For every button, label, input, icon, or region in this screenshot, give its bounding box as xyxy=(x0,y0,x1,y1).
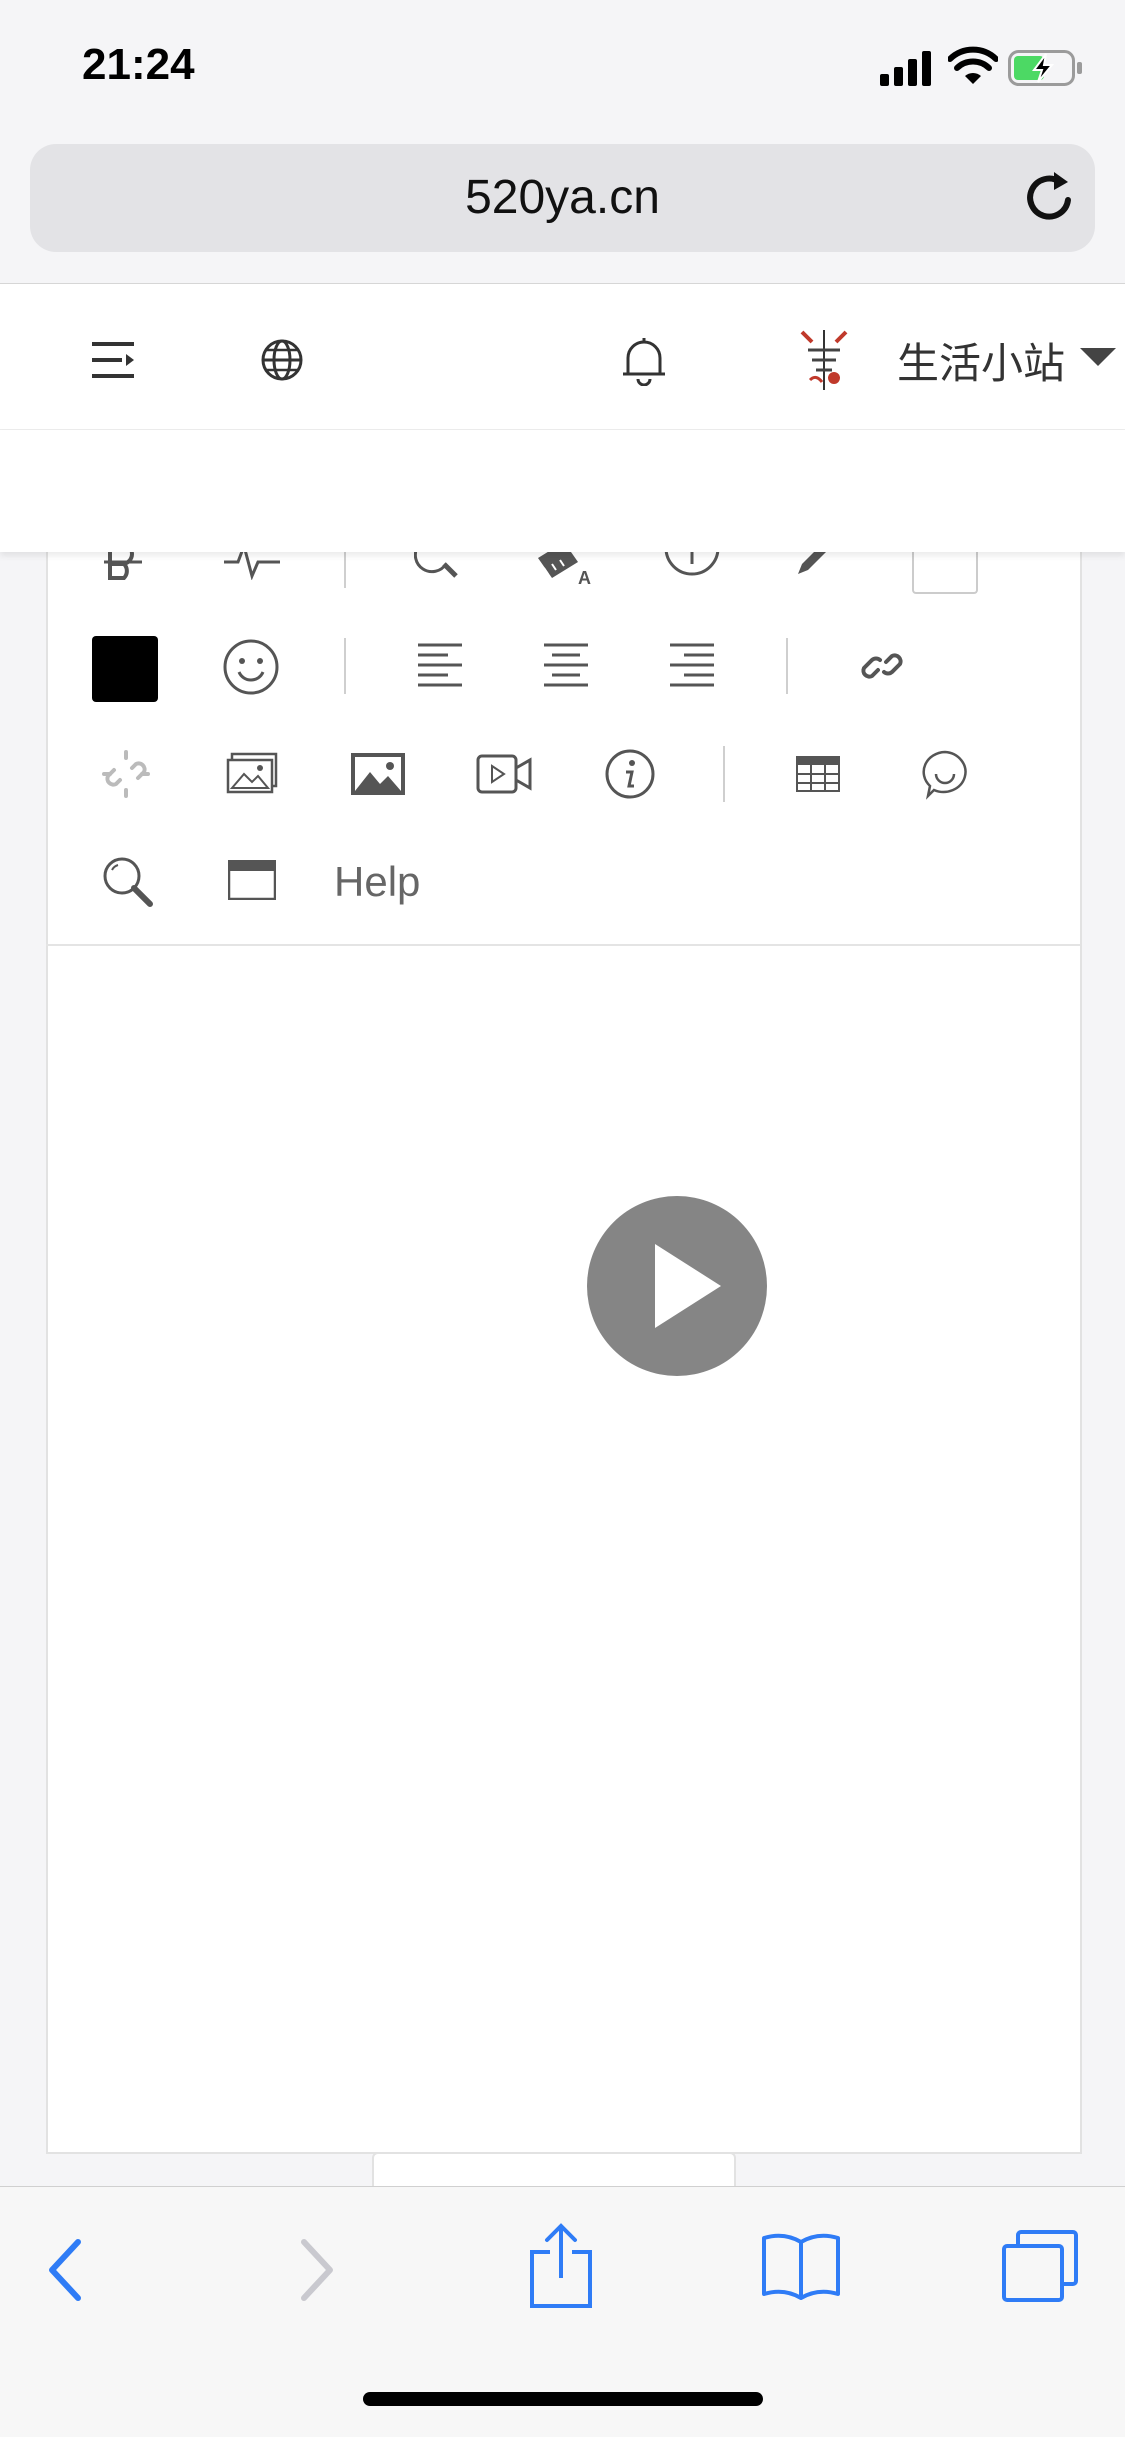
search-icon[interactable] xyxy=(102,856,154,908)
help-button[interactable]: Help xyxy=(334,858,420,906)
notification-bell-icon[interactable] xyxy=(620,334,668,391)
home-indicator xyxy=(363,2392,763,2406)
reload-icon[interactable] xyxy=(1020,168,1080,233)
dropdown-caret-icon[interactable] xyxy=(1080,348,1116,373)
link-icon[interactable] xyxy=(858,642,906,690)
toolbar-separator xyxy=(723,746,725,802)
svg-text:A: A xyxy=(578,568,591,586)
speech-bubble-icon[interactable] xyxy=(920,750,970,800)
video-icon[interactable] xyxy=(476,752,532,796)
cellular-signal-icon xyxy=(880,50,934,91)
toolbar-divider xyxy=(46,944,1080,946)
text-color-swatch[interactable] xyxy=(92,636,158,702)
editor-resize-handle[interactable] xyxy=(372,2152,736,2188)
fullscreen-icon[interactable] xyxy=(228,860,276,900)
menu-toggle-icon[interactable] xyxy=(92,340,138,385)
site-subbar xyxy=(0,430,1125,552)
align-right-icon[interactable] xyxy=(670,642,716,690)
forward-icon[interactable] xyxy=(296,2238,336,2307)
battery-charging-icon xyxy=(1008,50,1084,91)
globe-icon[interactable] xyxy=(260,338,304,387)
align-center-icon[interactable] xyxy=(544,642,590,690)
table-icon[interactable] xyxy=(796,756,840,792)
toolbar-separator xyxy=(344,638,346,694)
emoji-icon[interactable] xyxy=(222,638,280,696)
back-icon[interactable] xyxy=(46,2238,86,2307)
url-text: 520ya.cn xyxy=(465,171,660,224)
play-icon xyxy=(655,1244,721,1328)
wifi-icon xyxy=(947,46,999,91)
site-logo[interactable] xyxy=(796,326,852,399)
unlink-icon[interactable] xyxy=(102,750,150,798)
status-time: 21:24 xyxy=(82,40,195,89)
toolbar-separator xyxy=(786,638,788,694)
share-icon[interactable] xyxy=(528,2222,594,2313)
image-gallery-icon[interactable] xyxy=(226,752,278,794)
align-left-icon[interactable] xyxy=(418,642,464,690)
tabs-icon[interactable] xyxy=(1000,2228,1080,2309)
site-name[interactable]: 生活小站 xyxy=(897,330,1065,391)
toolbar-separator xyxy=(344,552,346,588)
address-bar[interactable]: 520ya.cn xyxy=(30,144,1095,252)
info-icon[interactable] xyxy=(604,748,656,800)
bookmarks-icon[interactable] xyxy=(760,2232,842,2307)
image-icon[interactable] xyxy=(350,752,406,796)
video-play-button[interactable] xyxy=(587,1196,767,1376)
